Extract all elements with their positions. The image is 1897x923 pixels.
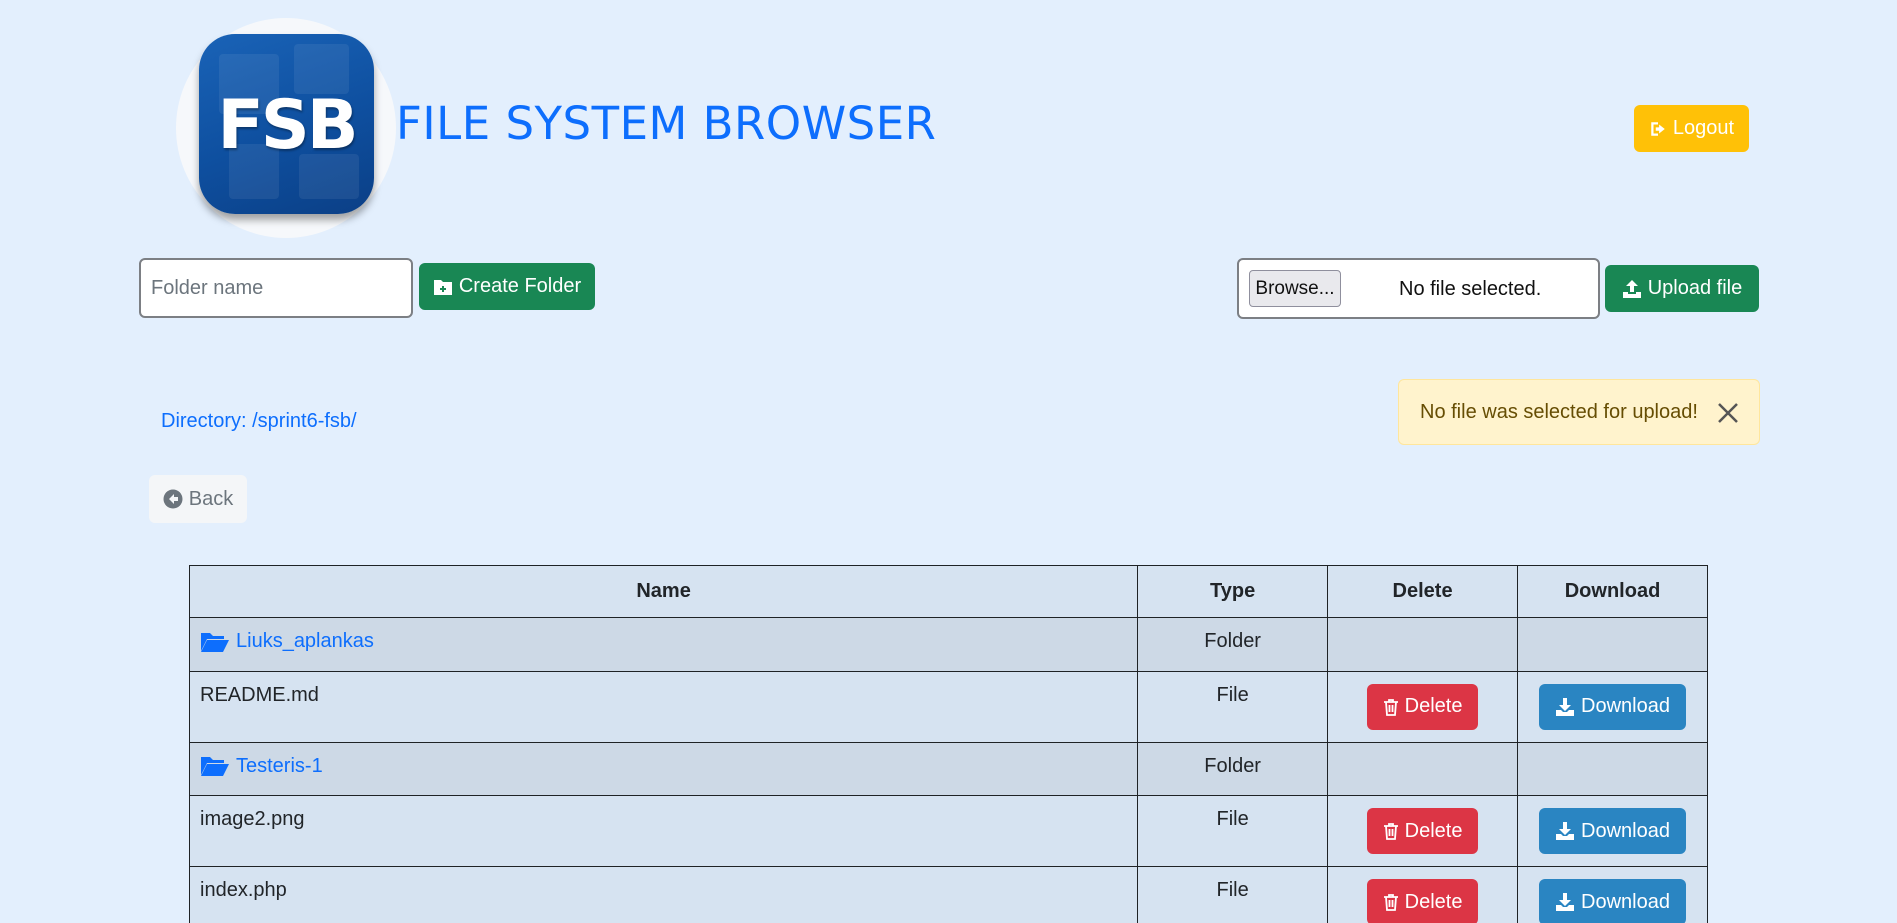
create-folder-button[interactable]: Create Folder [419, 263, 595, 310]
download-icon [1556, 822, 1575, 840]
download-cell [1517, 617, 1708, 672]
file-input[interactable]: Browse... No file selected. [1237, 258, 1600, 319]
trash-icon [1383, 698, 1398, 716]
upload-file-button[interactable]: Upload file [1605, 265, 1759, 312]
download-label: Download [1581, 890, 1670, 913]
upload-icon [1622, 279, 1641, 298]
folder-name: Liuks_aplankas [236, 630, 374, 652]
name-cell: Liuks_aplankas [188, 617, 1139, 672]
delete-label: Delete [1404, 890, 1463, 913]
column-header-name: Name [188, 565, 1139, 618]
type-cell: File [1137, 670, 1329, 743]
folder-link[interactable]: Liuks_aplankas [200, 630, 374, 653]
table-header-row: Name Type Delete Download [188, 565, 1708, 618]
download-label: Download [1581, 695, 1670, 717]
type-cell: File [1137, 795, 1329, 867]
back-label: Back [188, 487, 234, 510]
name-cell: Testeris-1 [188, 741, 1139, 796]
type-cell: Folder [1137, 741, 1329, 796]
upload-file-label: Upload file [1647, 277, 1743, 299]
table-row: Testeris-1 Folder [188, 741, 1708, 796]
delete-cell: Delete [1327, 670, 1519, 743]
delete-cell [1327, 741, 1519, 796]
folder-open-icon [201, 757, 229, 776]
delete-button[interactable]: Delete [1367, 879, 1479, 923]
logout-label: Logout [1672, 117, 1735, 139]
table-row: index.php File Delete Download [188, 866, 1708, 923]
file-table: Name Type Delete Download Liuks_aplankas… [188, 565, 1708, 923]
download-cell: Download [1517, 866, 1708, 923]
download-cell [1517, 741, 1708, 796]
table-row: Liuks_aplankas Folder [188, 617, 1708, 672]
close-icon[interactable] [1715, 400, 1741, 426]
column-header-type: Type [1137, 565, 1329, 618]
delete-label: Delete [1404, 695, 1463, 717]
folder-plus-icon [433, 279, 452, 295]
download-button[interactable]: Download [1539, 808, 1686, 854]
folder-link[interactable]: Testeris-1 [200, 755, 323, 778]
page-title: FILE SYSTEM BROWSER [396, 97, 937, 150]
delete-cell: Delete [1327, 795, 1519, 867]
delete-label: Delete [1404, 819, 1463, 842]
table-row: image2.png File Delete Download [188, 795, 1708, 867]
app-logo: FSB [199, 34, 374, 214]
folder-name-input[interactable] [139, 258, 413, 318]
trash-icon [1383, 894, 1398, 911]
directory-path: Directory: /sprint6-fsb/ [161, 410, 357, 432]
create-folder-label: Create Folder [458, 275, 582, 297]
download-icon [1556, 697, 1575, 716]
logo-text: FSB [217, 86, 358, 165]
download-label: Download [1581, 819, 1670, 842]
file-status-text: No file selected. [1399, 278, 1542, 300]
delete-button[interactable]: Delete [1367, 808, 1479, 854]
logout-button[interactable]: Logout [1634, 105, 1749, 152]
column-header-delete: Delete [1327, 565, 1519, 618]
alert-message: No file was selected for upload! [1420, 401, 1698, 423]
arrow-circle-left-icon [163, 489, 183, 509]
name-cell: image2.png [188, 795, 1139, 867]
download-cell: Download [1517, 795, 1708, 867]
folder-open-icon [201, 632, 229, 652]
trash-icon [1383, 823, 1398, 840]
warning-alert: No file was selected for upload! [1398, 379, 1760, 445]
column-header-download: Download [1517, 565, 1708, 618]
delete-cell [1327, 617, 1519, 672]
type-cell: File [1137, 866, 1329, 923]
folder-name: Testeris-1 [236, 754, 323, 777]
download-button[interactable]: Download [1539, 879, 1686, 923]
delete-button[interactable]: Delete [1367, 683, 1479, 730]
type-cell: Folder [1137, 617, 1329, 672]
download-button[interactable]: Download [1539, 683, 1686, 730]
sign-out-icon [1651, 121, 1665, 136]
name-cell: index.php [188, 866, 1139, 923]
delete-cell: Delete [1327, 866, 1519, 923]
download-icon [1556, 893, 1575, 911]
table-row: README.md File Delete Download [188, 670, 1708, 743]
back-button[interactable]: Back [149, 475, 247, 523]
browse-button[interactable]: Browse... [1249, 270, 1341, 307]
name-cell: README.md [188, 670, 1139, 743]
download-cell: Download [1517, 670, 1708, 743]
